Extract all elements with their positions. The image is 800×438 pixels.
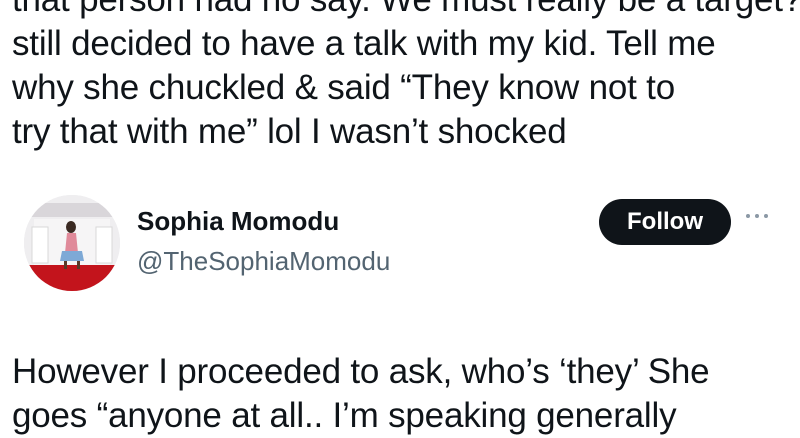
post-text-line: that person had no say. We must really b… [12, 0, 800, 22]
author-row: Sophia Momodu @TheSophiaMomodu Follow [24, 195, 784, 291]
author-name[interactable]: Sophia Momodu [137, 205, 339, 237]
post-text-line: still decided to have a talk with my kid… [12, 24, 716, 63]
avatar[interactable] [24, 195, 120, 291]
post-text-line: try that with me” lol I wasn’t shocked [12, 112, 567, 151]
follow-button[interactable]: Follow [599, 199, 731, 245]
post-text-line: However I proceeded to ask, who’s ‘they’… [12, 352, 710, 391]
post-text-line: why she chuckled & said “They know not t… [12, 68, 675, 107]
post-text-line: goes “anyone at all.. I’m speaking gener… [12, 396, 677, 435]
post-text-bottom: However I proceeded to ask, who’s ‘they’… [12, 350, 710, 438]
more-options-icon[interactable] [746, 211, 770, 221]
author-handle[interactable]: @TheSophiaMomodu [137, 245, 390, 277]
post-text-top: that person had no say. We must really b… [12, 0, 800, 154]
profile-photo-icon [24, 195, 120, 291]
